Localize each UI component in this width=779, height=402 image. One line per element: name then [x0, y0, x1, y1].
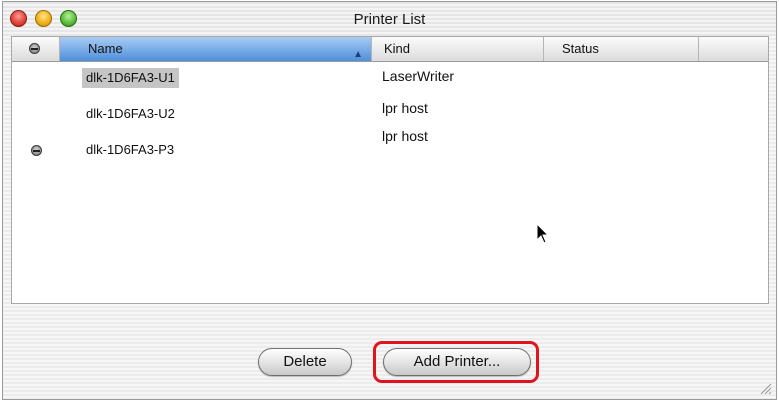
resize-grip-icon[interactable] — [758, 381, 772, 395]
printer-kind: LaserWriter — [382, 68, 455, 84]
default-printer-icon — [31, 145, 42, 156]
name-column-header[interactable]: Name ▲ — [60, 37, 372, 61]
table-header: Name ▲ Kind Status — [12, 37, 768, 62]
printer-name: dlk-1D6FA3-U2 — [86, 106, 175, 121]
printer-table[interactable]: Name ▲ Kind Status dlk-1D6FA3-U1 LaserWr… — [11, 36, 769, 304]
printer-name: dlk-1D6FA3-U1 — [82, 68, 179, 88]
add-printer-button[interactable]: Add Printer... — [383, 348, 531, 376]
table-row[interactable]: dlk-1D6FA3-P3 lpr host — [12, 128, 768, 166]
name-column-label: Name — [88, 41, 123, 56]
sort-ascending-icon: ▲ — [353, 49, 363, 60]
window-title: Printer List — [353, 11, 426, 28]
printer-kind: lpr host — [382, 100, 428, 116]
kind-column-label: Kind — [384, 41, 411, 56]
printer-kind: lpr host — [382, 128, 428, 144]
kind-column-header[interactable]: Kind — [372, 37, 544, 61]
mouse-pointer-icon — [536, 223, 550, 244]
status-column-header[interactable]: Status — [544, 37, 699, 61]
table-row[interactable]: dlk-1D6FA3-U1 LaserWriter — [12, 68, 768, 94]
status-column-label: Status — [562, 41, 599, 56]
printer-name: dlk-1D6FA3-P3 — [86, 142, 175, 157]
title-bar[interactable]: Printer List — [3, 2, 776, 36]
delete-button[interactable]: Delete — [258, 348, 352, 376]
default-printer-column-header[interactable] — [12, 37, 60, 61]
default-printer-icon — [29, 43, 40, 54]
printer-list-window: Printer List Name ▲ Kind Status dlk-1D6F… — [2, 1, 777, 400]
